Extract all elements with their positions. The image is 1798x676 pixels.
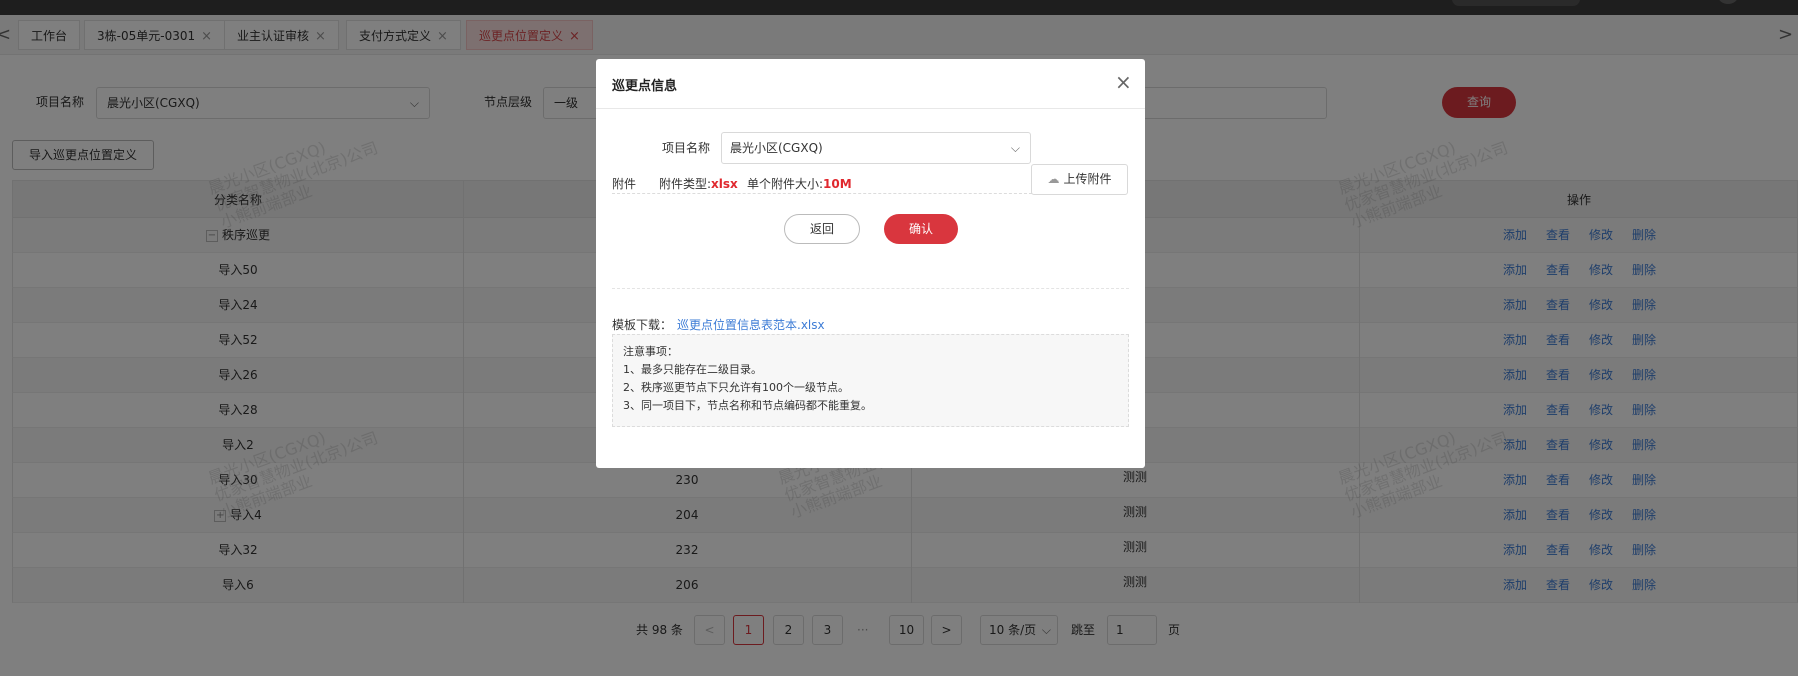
close-icon[interactable]: × xyxy=(1115,71,1132,93)
note-item: 3、同一项目下，节点名称和节点编码都不能重复。 xyxy=(623,399,872,412)
note-item: 2、秩序巡更节点下只允许有100个一级节点。 xyxy=(623,381,849,394)
dialog-title: 巡更点信息 xyxy=(612,79,678,94)
confirm-button[interactable]: 确认 xyxy=(884,214,958,244)
upload-attachment-button[interactable]: ☁ 上传附件 xyxy=(1031,164,1128,195)
back-button[interactable]: 返回 xyxy=(784,214,860,244)
notes-box: 注意事项： 1、最多只能存在二级目录。 2、秩序巡更节点下只允许有100个一级节… xyxy=(612,334,1129,427)
template-download-link[interactable]: 巡更点位置信息表范本.xlsx xyxy=(677,316,825,333)
dialog-divider xyxy=(612,288,1129,289)
cloud-upload-icon: ☁ xyxy=(1047,172,1060,186)
dialog-header: 巡更点信息 × xyxy=(596,59,1145,109)
attachment-label: 附件 xyxy=(612,177,637,191)
attachment-divider xyxy=(612,193,1032,194)
dialog-project-label: 项目名称 xyxy=(662,141,711,155)
attachment-type-info: 附件类型:xlsx xyxy=(659,177,738,191)
notes-title: 注意事项： xyxy=(623,345,678,358)
template-download-label: 模板下载： xyxy=(612,318,673,332)
attachment-size-info: 单个附件大小:10M xyxy=(747,177,852,191)
chevron-down-icon: ⌵ xyxy=(1010,141,1020,155)
dialog-project-select[interactable]: 晨光小区(CGXQ) ⌵ xyxy=(721,132,1031,164)
patrol-point-dialog: 巡更点信息 × 项目名称 晨光小区(CGXQ) ⌵ 附件 附件类型:xlsx 单… xyxy=(596,59,1145,468)
note-item: 1、最多只能存在二级目录。 xyxy=(623,363,762,376)
